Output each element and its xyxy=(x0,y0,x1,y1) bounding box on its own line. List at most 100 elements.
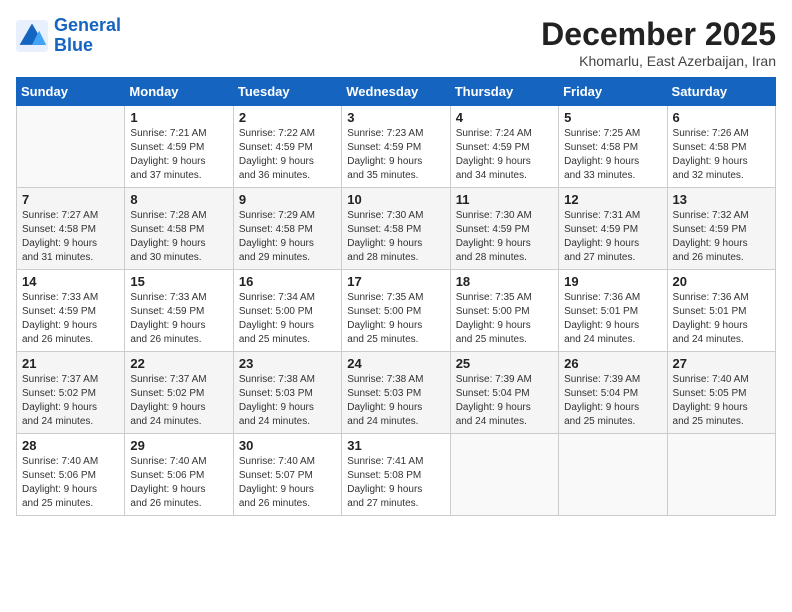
calendar-cell: 22 Sunrise: 7:37 AM Sunset: 5:02 PM Dayli… xyxy=(125,352,233,434)
day-number: 24 xyxy=(347,356,444,371)
day-header-monday: Monday xyxy=(125,78,233,106)
day-header-wednesday: Wednesday xyxy=(342,78,450,106)
day-info: Sunrise: 7:29 AM Sunset: 4:58 PM Dayligh… xyxy=(239,209,336,265)
calendar-cell: 10 Sunrise: 7:30 AM Sunset: 4:58 PM Dayli… xyxy=(342,188,450,270)
calendar-cell: 19Sunrise: 7:36 AM Sunset: 5:01 PM Dayli… xyxy=(559,270,667,352)
calendar-cell: 27 Sunrise: 7:40 AM Sunset: 5:05 PM Dayli… xyxy=(667,352,775,434)
day-number: 22 xyxy=(130,356,227,371)
day-info: Sunrise: 7:37 AM Sunset: 5:02 PM Dayligh… xyxy=(22,373,119,429)
calendar-cell: 26 Sunrise: 7:39 AM Sunset: 5:04 PM Dayli… xyxy=(559,352,667,434)
day-number: 8 xyxy=(130,192,227,207)
day-number: 16 xyxy=(239,274,336,289)
day-info: Sunrise: 7:25 AM Sunset: 4:58 PM Dayligh… xyxy=(564,127,661,183)
day-number: 18 xyxy=(456,274,553,289)
calendar-cell: 28 Sunrise: 7:40 AM Sunset: 5:06 PM Dayli… xyxy=(17,434,125,516)
day-number: 3 xyxy=(347,110,444,125)
header: General Blue December 2025 Khomarlu, Eas… xyxy=(16,16,776,69)
day-info: Sunrise: 7:35 AM Sunset: 5:00 PM Dayligh… xyxy=(347,291,444,347)
day-number: 11 xyxy=(456,192,553,207)
logo-line2: Blue xyxy=(54,35,93,55)
day-number: 1 xyxy=(130,110,227,125)
day-info: Sunrise: 7:34 AM Sunset: 5:00 PM Dayligh… xyxy=(239,291,336,347)
day-info: Sunrise: 7:36 AM Sunset: 5:01 PM Dayligh… xyxy=(673,291,770,347)
week-row-3: 14Sunrise: 7:33 AM Sunset: 4:59 PM Dayli… xyxy=(17,270,776,352)
day-number: 28 xyxy=(22,438,119,453)
calendar-cell: 4Sunrise: 7:24 AM Sunset: 4:59 PM Daylig… xyxy=(450,106,558,188)
calendar-cell: 23Sunrise: 7:38 AM Sunset: 5:03 PM Dayli… xyxy=(233,352,341,434)
day-number: 17 xyxy=(347,274,444,289)
day-header-thursday: Thursday xyxy=(450,78,558,106)
calendar-cell: 3 Sunrise: 7:23 AM Sunset: 4:59 PM Daylig… xyxy=(342,106,450,188)
title-block: December 2025 Khomarlu, East Azerbaijan,… xyxy=(541,16,776,69)
calendar-cell: 21 Sunrise: 7:37 AM Sunset: 5:02 PM Dayli… xyxy=(17,352,125,434)
day-info: Sunrise: 7:40 AM Sunset: 5:07 PM Dayligh… xyxy=(239,455,336,511)
day-number: 9 xyxy=(239,192,336,207)
day-number: 19 xyxy=(564,274,661,289)
calendar-cell: 5 Sunrise: 7:25 AM Sunset: 4:58 PM Daylig… xyxy=(559,106,667,188)
week-row-5: 28 Sunrise: 7:40 AM Sunset: 5:06 PM Dayli… xyxy=(17,434,776,516)
calendar-cell: 15Sunrise: 7:33 AM Sunset: 4:59 PM Dayli… xyxy=(125,270,233,352)
calendar-cell: 30Sunrise: 7:40 AM Sunset: 5:07 PM Dayli… xyxy=(233,434,341,516)
day-number: 29 xyxy=(130,438,227,453)
day-info: Sunrise: 7:40 AM Sunset: 5:06 PM Dayligh… xyxy=(22,455,119,511)
day-info: Sunrise: 7:33 AM Sunset: 4:59 PM Dayligh… xyxy=(22,291,119,347)
day-number: 13 xyxy=(673,192,770,207)
calendar-cell: 18 Sunrise: 7:35 AM Sunset: 5:00 PM Dayli… xyxy=(450,270,558,352)
day-info: Sunrise: 7:37 AM Sunset: 5:02 PM Dayligh… xyxy=(130,373,227,429)
day-info: Sunrise: 7:30 AM Sunset: 4:59 PM Dayligh… xyxy=(456,209,553,265)
day-number: 27 xyxy=(673,356,770,371)
month-title: December 2025 xyxy=(541,16,776,53)
day-info: Sunrise: 7:30 AM Sunset: 4:58 PM Dayligh… xyxy=(347,209,444,265)
calendar-cell: 13 Sunrise: 7:32 AM Sunset: 4:59 PM Dayli… xyxy=(667,188,775,270)
day-number: 26 xyxy=(564,356,661,371)
day-number: 6 xyxy=(673,110,770,125)
calendar-cell xyxy=(667,434,775,516)
calendar-cell: 6 Sunrise: 7:26 AM Sunset: 4:58 PM Daylig… xyxy=(667,106,775,188)
day-info: Sunrise: 7:39 AM Sunset: 5:04 PM Dayligh… xyxy=(456,373,553,429)
calendar-cell: 24 Sunrise: 7:38 AM Sunset: 5:03 PM Dayli… xyxy=(342,352,450,434)
calendar-cell: 14Sunrise: 7:33 AM Sunset: 4:59 PM Dayli… xyxy=(17,270,125,352)
calendar-cell: 11 Sunrise: 7:30 AM Sunset: 4:59 PM Dayli… xyxy=(450,188,558,270)
day-number: 20 xyxy=(673,274,770,289)
day-number: 31 xyxy=(347,438,444,453)
calendar-cell: 20 Sunrise: 7:36 AM Sunset: 5:01 PM Dayli… xyxy=(667,270,775,352)
calendar-cell: 25 Sunrise: 7:39 AM Sunset: 5:04 PM Dayli… xyxy=(450,352,558,434)
logo-icon xyxy=(16,20,48,52)
day-header-saturday: Saturday xyxy=(667,78,775,106)
day-info: Sunrise: 7:39 AM Sunset: 5:04 PM Dayligh… xyxy=(564,373,661,429)
week-row-2: 7Sunrise: 7:27 AM Sunset: 4:58 PM Daylig… xyxy=(17,188,776,270)
day-info: Sunrise: 7:23 AM Sunset: 4:59 PM Dayligh… xyxy=(347,127,444,183)
calendar-cell xyxy=(559,434,667,516)
day-info: Sunrise: 7:26 AM Sunset: 4:58 PM Dayligh… xyxy=(673,127,770,183)
logo-line1: General xyxy=(54,15,121,35)
location-subtitle: Khomarlu, East Azerbaijan, Iran xyxy=(541,53,776,69)
day-info: Sunrise: 7:40 AM Sunset: 5:05 PM Dayligh… xyxy=(673,373,770,429)
day-info: Sunrise: 7:41 AM Sunset: 5:08 PM Dayligh… xyxy=(347,455,444,511)
calendar-cell: 8Sunrise: 7:28 AM Sunset: 4:58 PM Daylig… xyxy=(125,188,233,270)
day-number: 5 xyxy=(564,110,661,125)
day-info: Sunrise: 7:27 AM Sunset: 4:58 PM Dayligh… xyxy=(22,209,119,265)
day-number: 25 xyxy=(456,356,553,371)
calendar-cell: 31 Sunrise: 7:41 AM Sunset: 5:08 PM Dayli… xyxy=(342,434,450,516)
calendar-cell: 17 Sunrise: 7:35 AM Sunset: 5:00 PM Dayli… xyxy=(342,270,450,352)
day-number: 21 xyxy=(22,356,119,371)
calendar-cell: 16 Sunrise: 7:34 AM Sunset: 5:00 PM Dayli… xyxy=(233,270,341,352)
day-info: Sunrise: 7:35 AM Sunset: 5:00 PM Dayligh… xyxy=(456,291,553,347)
day-header-tuesday: Tuesday xyxy=(233,78,341,106)
calendar-cell: 1 Sunrise: 7:21 AM Sunset: 4:59 PM Daylig… xyxy=(125,106,233,188)
calendar-cell xyxy=(450,434,558,516)
day-info: Sunrise: 7:38 AM Sunset: 5:03 PM Dayligh… xyxy=(239,373,336,429)
calendar: SundayMondayTuesdayWednesdayThursdayFrid… xyxy=(16,77,776,516)
day-info: Sunrise: 7:38 AM Sunset: 5:03 PM Dayligh… xyxy=(347,373,444,429)
calendar-header-row: SundayMondayTuesdayWednesdayThursdayFrid… xyxy=(17,78,776,106)
day-info: Sunrise: 7:24 AM Sunset: 4:59 PM Dayligh… xyxy=(456,127,553,183)
day-info: Sunrise: 7:31 AM Sunset: 4:59 PM Dayligh… xyxy=(564,209,661,265)
calendar-cell: 29Sunrise: 7:40 AM Sunset: 5:06 PM Dayli… xyxy=(125,434,233,516)
week-row-1: 1 Sunrise: 7:21 AM Sunset: 4:59 PM Daylig… xyxy=(17,106,776,188)
calendar-cell xyxy=(17,106,125,188)
week-row-4: 21 Sunrise: 7:37 AM Sunset: 5:02 PM Dayli… xyxy=(17,352,776,434)
day-number: 10 xyxy=(347,192,444,207)
day-info: Sunrise: 7:21 AM Sunset: 4:59 PM Dayligh… xyxy=(130,127,227,183)
logo-text: General Blue xyxy=(54,16,121,56)
day-info: Sunrise: 7:32 AM Sunset: 4:59 PM Dayligh… xyxy=(673,209,770,265)
